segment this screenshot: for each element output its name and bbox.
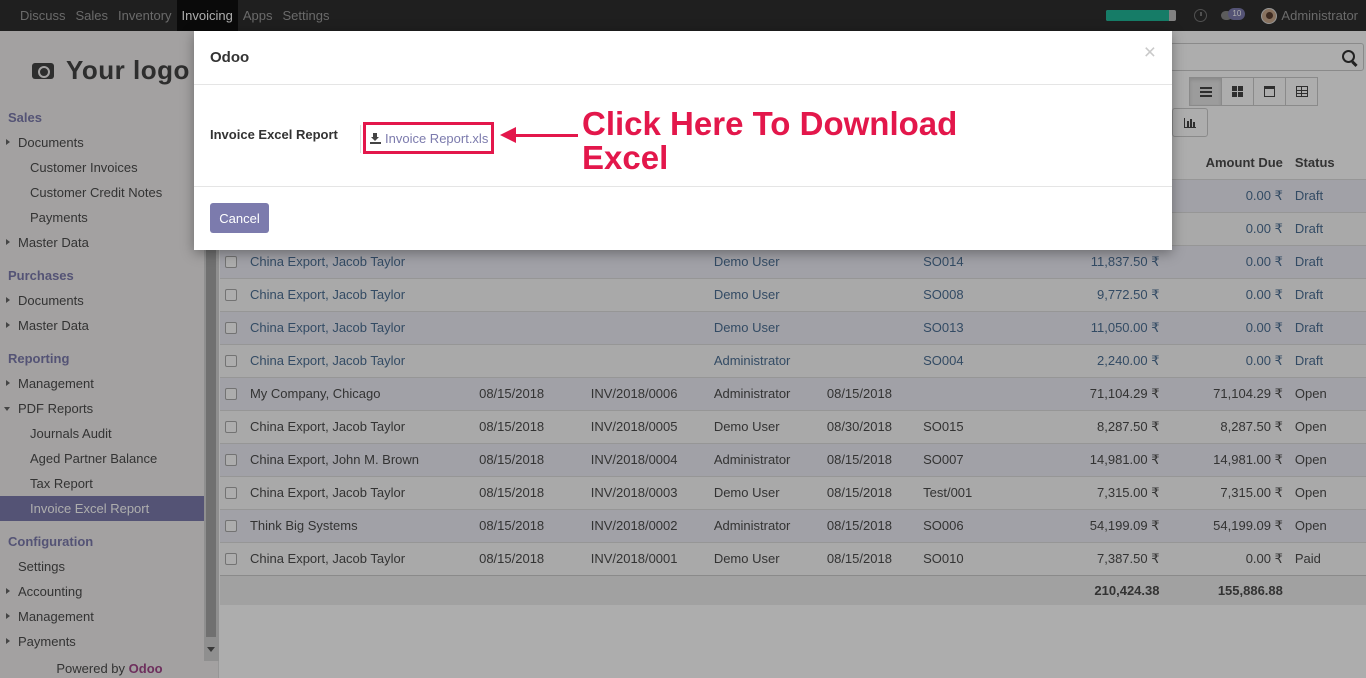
annotation-text: Click Here To Download Excel [582,105,958,176]
dialog-header: Odoo × [194,31,1172,85]
cancel-button[interactable]: Cancel [210,203,269,233]
arrow-line-annotation [506,134,578,137]
download-highlight: Invoice Report.xls [363,122,494,154]
download-icon [370,132,381,144]
dialog-title: Odoo [210,49,250,66]
download-link[interactable]: Invoice Report.xls [385,131,488,146]
dialog-footer: Cancel [194,187,1172,249]
field-divider [360,125,361,153]
download-dialog: Odoo × Invoice Excel Report Invoice Repo… [194,31,1172,250]
field-label: Invoice Excel Report [210,127,338,142]
close-icon[interactable]: × [1144,42,1156,63]
dialog-body: Invoice Excel Report Invoice Report.xls … [194,85,1172,187]
